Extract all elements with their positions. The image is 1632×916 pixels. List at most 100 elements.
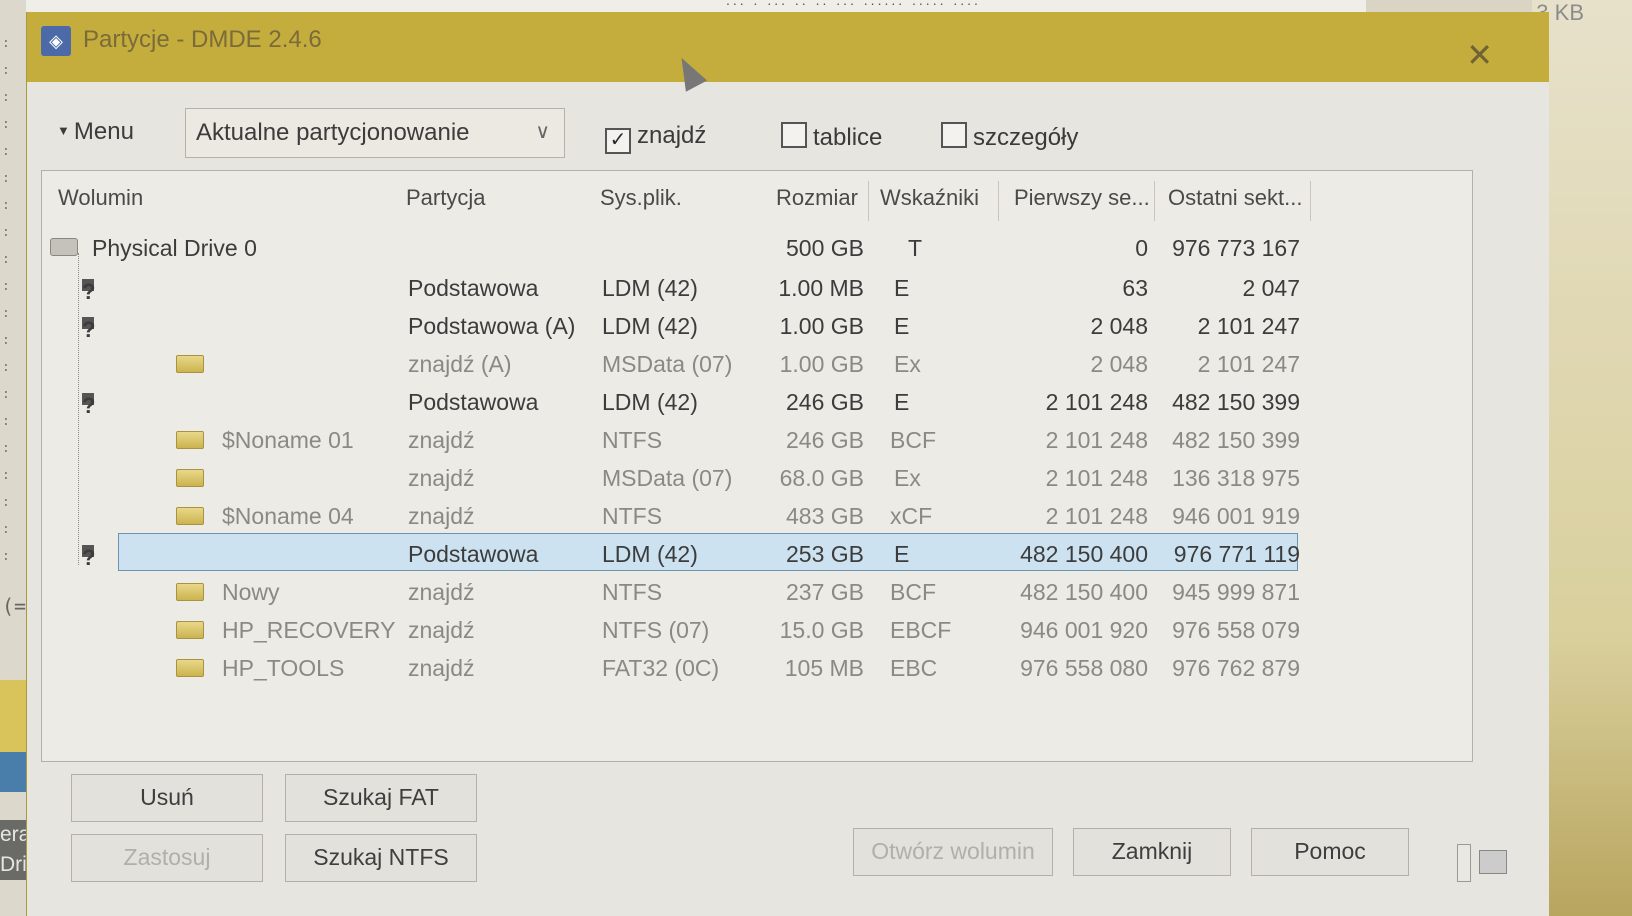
background-top-strip: ... . ... .. .. ... ...... ..... .... xyxy=(26,0,1366,12)
cell-flags: T xyxy=(908,235,923,261)
cell-volume: Physical Drive 0 xyxy=(92,235,257,261)
help-button[interactable]: Pomoc xyxy=(1251,828,1409,876)
cell-first-sector: 976 558 080 xyxy=(1020,655,1148,681)
cell-flags: E xyxy=(894,313,910,339)
column-header-filesystem[interactable]: Sys.plik. xyxy=(600,185,682,211)
table-row[interactable]: Nowy znajdź NTFS 237 GB BCF 482 150 400 945 99… xyxy=(42,571,1462,609)
table-row-selected[interactable]: ? Podstawowa LDM (42) 253 GB E 482 150 400 976… xyxy=(42,533,1462,571)
cell-partition: znajdź xyxy=(408,503,475,529)
cell-filesystem: LDM (42) xyxy=(602,313,698,339)
cell-last-sector: 976 762 879 xyxy=(1172,655,1300,681)
cell-size: 1.00 GB xyxy=(779,313,864,339)
column-header-size[interactable]: Rozmiar xyxy=(776,185,858,211)
table-row[interactable]: znajdź MSData (07) 68.0 GB Ex 2 101 248 136 3… xyxy=(42,457,1462,495)
menu-label: Menu xyxy=(73,118,134,145)
cell-size: 15.0 GB xyxy=(779,617,864,643)
table-row[interactable]: Physical Drive 0 500 GB T 0 976 773 167 xyxy=(42,227,1462,265)
table-row[interactable]: ? Podstawowa LDM (42) 246 GB E 2 101 248 482 1… xyxy=(42,381,1462,419)
column-header-volume[interactable]: Wolumin xyxy=(58,185,143,211)
column-header-first-sector[interactable]: Pierwszy se... xyxy=(1014,185,1150,211)
cell-flags: EBC xyxy=(890,655,938,681)
table-row[interactable]: $Noname 04 znajdź NTFS 483 GB xCF 2 101 248 94… xyxy=(42,495,1462,533)
cell-partition: Podstawowa xyxy=(408,541,539,567)
cell-first-sector: 63 xyxy=(1122,275,1148,301)
cell-size: 68.0 GB xyxy=(779,465,864,491)
search-fat-button[interactable]: Szukaj FAT xyxy=(285,774,477,822)
table-row[interactable]: $Noname 01 znajdź NTFS 246 GB BCF 2 101 248 48… xyxy=(42,419,1462,457)
column-header-flags[interactable]: Wskaźniki xyxy=(880,185,979,211)
partition-folder-icon xyxy=(176,431,204,449)
partition-folder-icon xyxy=(176,469,204,487)
cell-partition: znajdź xyxy=(408,465,475,491)
cell-flags: BCF xyxy=(890,427,936,453)
column-divider[interactable] xyxy=(868,181,869,221)
cell-first-sector: 2 048 xyxy=(1090,351,1148,377)
table-row[interactable]: ? Podstawowa (A) LDM (42) 1.00 GB E 2 048 2 10… xyxy=(42,305,1462,343)
table-row[interactable]: znajdź (A) MSData (07) 1.00 GB Ex 2 048 2 101… xyxy=(42,343,1462,381)
cell-size: 246 GB xyxy=(786,389,864,415)
partition-folder-icon xyxy=(176,583,204,601)
title-bar[interactable]: ◈ Partycje - DMDE 2.4.6 ✕ xyxy=(27,12,1549,82)
close-icon[interactable]: ✕ xyxy=(1466,39,1493,71)
cell-filesystem: NTFS (07) xyxy=(602,617,710,643)
cell-partition: znajdź xyxy=(408,617,475,643)
cell-filesystem: LDM (42) xyxy=(602,275,698,301)
close-button[interactable]: Zamknij xyxy=(1073,828,1231,876)
checkbox-find-box[interactable]: ✓ xyxy=(605,128,631,154)
checkbox-tables[interactable]: tablice xyxy=(781,122,882,152)
table-row[interactable]: ? Podstawowa LDM (42) 1.00 MB E 63 2 047 xyxy=(42,267,1462,305)
cell-volume: Nowy xyxy=(222,579,280,605)
cell-partition: znajdź xyxy=(408,655,475,681)
window-corner-icon xyxy=(1479,850,1507,874)
partition-folder-icon xyxy=(176,355,204,373)
cell-last-sector: 482 150 399 xyxy=(1172,389,1300,415)
partition-folder-icon xyxy=(176,621,204,639)
cell-filesystem: FAT32 (0C) xyxy=(602,655,720,681)
cell-last-sector: 976 771 119 xyxy=(1173,541,1300,567)
column-divider[interactable] xyxy=(1310,181,1311,221)
caret-down-icon: ▼ xyxy=(57,123,70,138)
cell-last-sector: 2 047 xyxy=(1242,275,1300,301)
cell-size: 500 GB xyxy=(786,235,864,261)
drive-icon xyxy=(50,238,78,256)
checkbox-details-box[interactable] xyxy=(941,122,967,148)
checkbox-tables-box[interactable] xyxy=(781,122,807,148)
cell-filesystem: LDM (42) xyxy=(602,389,698,415)
open-volume-button[interactable]: Otwórz wolumin xyxy=(853,828,1053,876)
table-row[interactable]: HP_TOOLS znajdź FAT32 (0C) 105 MB EBC 976 558… xyxy=(42,647,1462,685)
background-left-window: : : : : : : : : : : : : : : : : : : : : … xyxy=(0,0,44,916)
table-row[interactable]: HP_RECOVERY znajdź NTFS (07) 15.0 GB EBCF 946… xyxy=(42,609,1462,647)
partitioning-select-value: Aktualne partycjonowanie xyxy=(196,119,470,146)
chevron-down-icon: ∨ xyxy=(535,121,550,143)
column-divider[interactable] xyxy=(998,181,999,221)
cell-size: 237 GB xyxy=(786,579,864,605)
cell-first-sector: 2 101 248 xyxy=(1045,427,1148,453)
cell-size: 105 MB xyxy=(784,655,864,681)
window-title: Partycje - DMDE 2.4.6 xyxy=(83,26,322,53)
cell-first-sector: 482 150 400 xyxy=(1020,579,1148,605)
cell-filesystem: MSData (07) xyxy=(602,465,733,491)
cell-last-sector: 976 773 167 xyxy=(1172,235,1300,261)
column-header-partition[interactable]: Partycja xyxy=(406,185,485,211)
dmde-logo-icon: ◈ xyxy=(41,26,71,56)
delete-button[interactable]: Usuń xyxy=(71,774,263,822)
partitions-dialog: ◈ Partycje - DMDE 2.4.6 ✕ ▼ Menu Aktualne… xyxy=(26,12,1549,916)
toolbar: ▼ Menu Aktualne partycjonowanie ∨ ✓ znajdź… xyxy=(27,92,1549,172)
cell-size: 1.00 MB xyxy=(778,275,864,301)
partitioning-select[interactable]: Aktualne partycjonowanie ∨ xyxy=(185,108,565,158)
cell-flags: E xyxy=(894,275,910,301)
search-ntfs-button[interactable]: Szukaj NTFS xyxy=(285,834,477,882)
checkbox-details[interactable]: szczegóły xyxy=(941,122,1078,152)
menu-button[interactable]: ▼ Menu xyxy=(57,118,134,146)
cell-size: 483 GB xyxy=(786,503,864,529)
resize-grip[interactable] xyxy=(1457,844,1471,882)
checkbox-details-label: szczegóły xyxy=(973,124,1079,151)
background-top-text: ... . ... .. .. ... ...... ..... .... xyxy=(726,0,981,8)
checkbox-find[interactable]: ✓ znajdź xyxy=(605,122,706,154)
cell-last-sector: 136 318 975 xyxy=(1172,465,1300,491)
column-header-last-sector[interactable]: Ostatni sekt... xyxy=(1168,185,1303,211)
apply-button[interactable]: Zastosuj xyxy=(71,834,263,882)
cell-last-sector: 945 999 871 xyxy=(1172,579,1300,605)
partition-table[interactable]: Wolumin Partycja Sys.plik. Rozmiar Wskaź… xyxy=(41,170,1473,762)
column-divider[interactable] xyxy=(1154,181,1155,221)
